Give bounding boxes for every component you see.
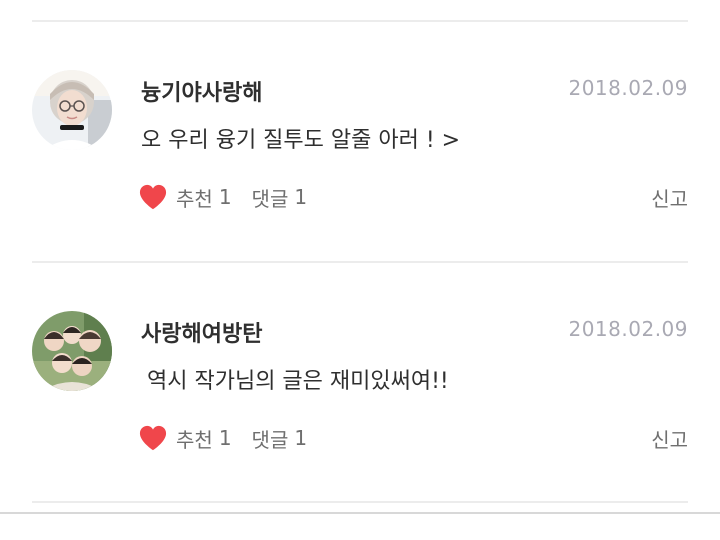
comment-date: 2018.02.09 [568, 76, 688, 100]
username[interactable]: 늉기야사랑해 [141, 75, 262, 107]
like-label[interactable]: 추천 [176, 183, 213, 212]
reply-button[interactable]: 댓글 [252, 424, 289, 453]
avatar-photo [32, 70, 112, 150]
heart-icon[interactable] [138, 183, 168, 211]
comment-date: 2018.02.09 [568, 317, 688, 341]
comment-item: 사랑해여방탄 2018.02.09 역시 작가님의 글은 재미있써여!! 추천 … [0, 263, 720, 503]
reply-count: 1 [294, 185, 308, 209]
comment-text: 오 우리 융기 질투도 알줄 아러 ! > [141, 128, 461, 153]
avatar[interactable] [32, 70, 112, 150]
reply-button[interactable]: 댓글 [252, 183, 289, 212]
username[interactable]: 사랑해여방탄 [141, 316, 262, 348]
like-label[interactable]: 추천 [176, 424, 213, 453]
heart-icon[interactable] [138, 424, 168, 452]
comment-actions: 추천 1 댓글 1 [138, 423, 307, 453]
like-count: 1 [218, 426, 232, 450]
avatar[interactable] [32, 311, 112, 391]
comment-actions: 추천 1 댓글 1 [138, 182, 307, 212]
avatar-photo [32, 311, 112, 391]
comment-item: 늉기야사랑해 2018.02.09 오 우리 융기 질투도 알줄 아러 ! > … [0, 22, 720, 262]
reply-count: 1 [294, 426, 308, 450]
like-count: 1 [218, 185, 232, 209]
report-button[interactable]: 신고 [651, 183, 688, 212]
report-button[interactable]: 신고 [651, 424, 688, 453]
comment-text: 역시 작가님의 글은 재미있써여!! [147, 369, 449, 394]
comment-list: 늉기야사랑해 2018.02.09 오 우리 융기 질투도 알줄 아러 ! > … [0, 0, 720, 540]
bottom-bar [0, 512, 720, 540]
divider [32, 501, 688, 503]
